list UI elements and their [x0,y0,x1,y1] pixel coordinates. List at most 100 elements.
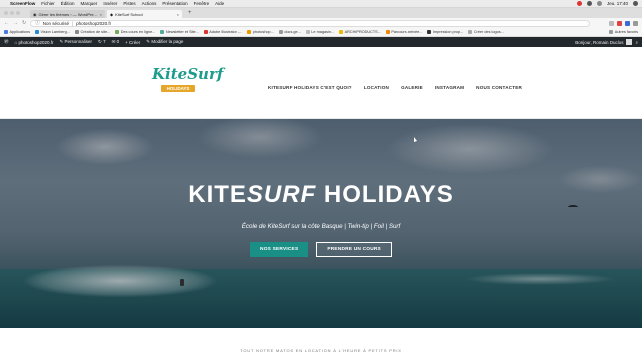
bookmark-label: ARCHIPRODUCTS... [344,30,381,34]
zoom-window-button[interactable] [16,11,20,15]
bookmarks-bar: Applications Vision Lamberg... Création … [0,28,642,37]
tab-wordpress-themes[interactable]: ◉ Gérer les thèmes ‹ — WordPre... × [30,10,105,18]
bookmark-item[interactable]: ARCHIPRODUCTS... [339,30,381,34]
menubar-item-actions[interactable]: Actions [142,1,157,6]
menubar-item-fichier[interactable]: Fichier [41,1,55,6]
menubar-item-marquer[interactable]: Marquer [81,1,98,6]
site-logo[interactable]: KiteSurf HOLIDAYS [152,61,224,99]
nav-item-galerie[interactable]: GALERIE [401,85,423,90]
minimize-window-button[interactable] [10,11,14,15]
nav-item-instagram[interactable]: INSTAGRAM [435,85,464,90]
bookmark-item[interactable]: docs.ge... [278,30,301,34]
close-window-button[interactable] [4,11,8,15]
bookmark-favicon-icon [34,30,39,34]
menubar-app-name[interactable]: ScreenFlow [10,1,35,6]
site-favicon-icon: ◆ [110,11,114,17]
wifi-icon[interactable] [596,1,602,6]
macos-menubar: ScreenFlow Fichier Édition Marquer Insér… [0,0,642,8]
wp-account-menu[interactable]: Bonjour, Romain Duclos ⌕ [575,39,638,45]
nav-item-location[interactable]: LOCATION [364,85,389,90]
hero-title-kite: KITE [188,181,247,208]
back-icon[interactable]: ← [4,20,9,26]
wp-create-label: Créer [129,39,141,45]
bookmark-label: Des cours en ligne... [120,30,156,34]
reload-icon[interactable]: ↻ [22,20,26,26]
bookmark-item[interactable]: Impression prop... [427,30,463,34]
services-button[interactable]: NOS SERVICES [250,242,309,257]
main-nav: KITESURF HOLIDAYS C'EST QUOI? LOCATION G… [268,85,522,90]
status-icon[interactable] [586,1,592,6]
wp-new-comments-link[interactable]: ✉ 0 [112,39,120,45]
new-tab-button[interactable]: + [184,10,196,16]
tab-kitesurf-school[interactable]: ◆ KiteSurf School × [107,10,182,18]
book-lesson-button[interactable]: PRENDRE UN COURS [316,242,392,257]
close-icon[interactable]: × [177,12,179,17]
menubar-item-aide[interactable]: Aide [215,1,224,6]
hero-buttons: NOS SERVICES PRENDRE UN COURS [0,242,642,257]
star-icon[interactable] [609,20,614,26]
bookmark-label: Applications [9,30,30,34]
wp-greeting: Bonjour, Romain Duclos [575,39,624,45]
site-header: KiteSurf HOLIDAYS KITESURF HOLIDAYS C'ES… [0,47,642,119]
hero-title-holidays: HOLIDAYS [316,181,454,208]
wp-edit-page-link[interactable]: ✎ Modifier la page [146,39,183,45]
folder-icon [609,30,614,34]
search-icon[interactable] [633,1,638,6]
wp-edit-label: Modifier la page [151,39,184,44]
menubar-clock[interactable]: Jeu. 17:40 [607,1,628,6]
search-icon[interactable]: ⌕ [635,40,638,45]
bookmark-label: Adobe Illustrator -... [209,30,243,34]
record-icon[interactable] [576,1,582,6]
wp-comments-link[interactable]: ↻ 7 [98,39,106,45]
bookmark-item[interactable]: Adobe Illustrator -... [203,30,243,34]
bookmark-item[interactable]: Parcours arrivée... [385,30,422,34]
bookmark-item[interactable]: Création de site... [74,30,110,34]
bookmark-favicon-icon [74,30,79,34]
separator: | [71,20,74,26]
bookmark-favicon-icon [160,30,165,34]
profile-icon[interactable] [633,20,638,26]
info-icon[interactable]: ⓘ [35,20,40,26]
wordpress-logo-icon[interactable]: Ⓦ [4,39,9,45]
wp-create-link[interactable]: + Créer [125,40,140,45]
bookmark-item[interactable]: Applications [4,30,30,34]
bookmark-item[interactable]: photoshop... [247,30,274,34]
hero-subtitle: École de KiteSurf sur la côte Basque | T… [241,223,401,230]
logo-script: KiteSurf [152,65,224,83]
wp-customize-link[interactable]: ✎ Personnaliser [60,39,93,45]
menubar-item-pistes[interactable]: Pistes [123,1,135,6]
bookmark-label: Autres favoris [614,30,638,34]
menubar-status-area: Jeu. 17:40 [576,1,638,6]
forward-icon[interactable]: → [13,20,18,26]
bookmark-item[interactable]: Vision Lamberg... [34,30,70,34]
tab-label: KiteSurf School [115,11,143,17]
bookmark-favicon-icon [203,30,208,34]
other-bookmarks[interactable]: Autres favoris [609,30,638,34]
address-bar[interactable]: ⓘ Non sécurisé | photoshop2020.fr [30,19,591,27]
nav-item-contact[interactable]: NOUS CONTACTER [476,85,522,90]
extension-icon[interactable] [617,20,622,26]
wp-customize-label: Personnaliser [64,39,93,44]
extension-icon[interactable] [625,20,630,26]
bookmark-favicon-icon [468,30,473,34]
bookmark-label: Vision Lamberg... [40,30,70,34]
menubar-item-inserer[interactable]: Insérer [103,1,117,6]
bookmark-item[interactable]: Newsletter et Site... [160,30,199,34]
browser-tab-strip: ◉ Gérer les thèmes ‹ — WordPre... × ◆ Ki… [0,8,642,18]
menubar-item-edition[interactable]: Édition [61,1,75,6]
bookmark-item[interactable]: Des cours en ligne... [115,30,155,34]
content-section: TOUT NOTRE MATOS EN LOCATION À L'HEURE À… [0,328,642,355]
bookmark-item[interactable]: Créer des logos... [468,30,504,34]
menubar-item-presentation[interactable]: Présentation [162,1,187,6]
folder-icon [278,30,283,34]
menubar-item-fenetre[interactable]: Fenêtre [194,1,210,6]
nav-item-about[interactable]: KITESURF HOLIDAYS C'EST QUOI? [268,85,352,90]
wp-new-count: 0 [116,39,120,44]
bookmark-label: docs.ge... [284,30,301,34]
tab-label: Gérer les thèmes ‹ — WordPre... [38,11,97,17]
bookmark-item[interactable]: Le magasin... [305,30,334,34]
bookmark-label: Impression prop... [432,30,464,34]
wp-site-link[interactable]: ⌂ photoshop2020.fr [15,40,54,45]
bookmark-label: Créer des logos... [473,30,504,34]
close-icon[interactable]: × [100,12,102,17]
